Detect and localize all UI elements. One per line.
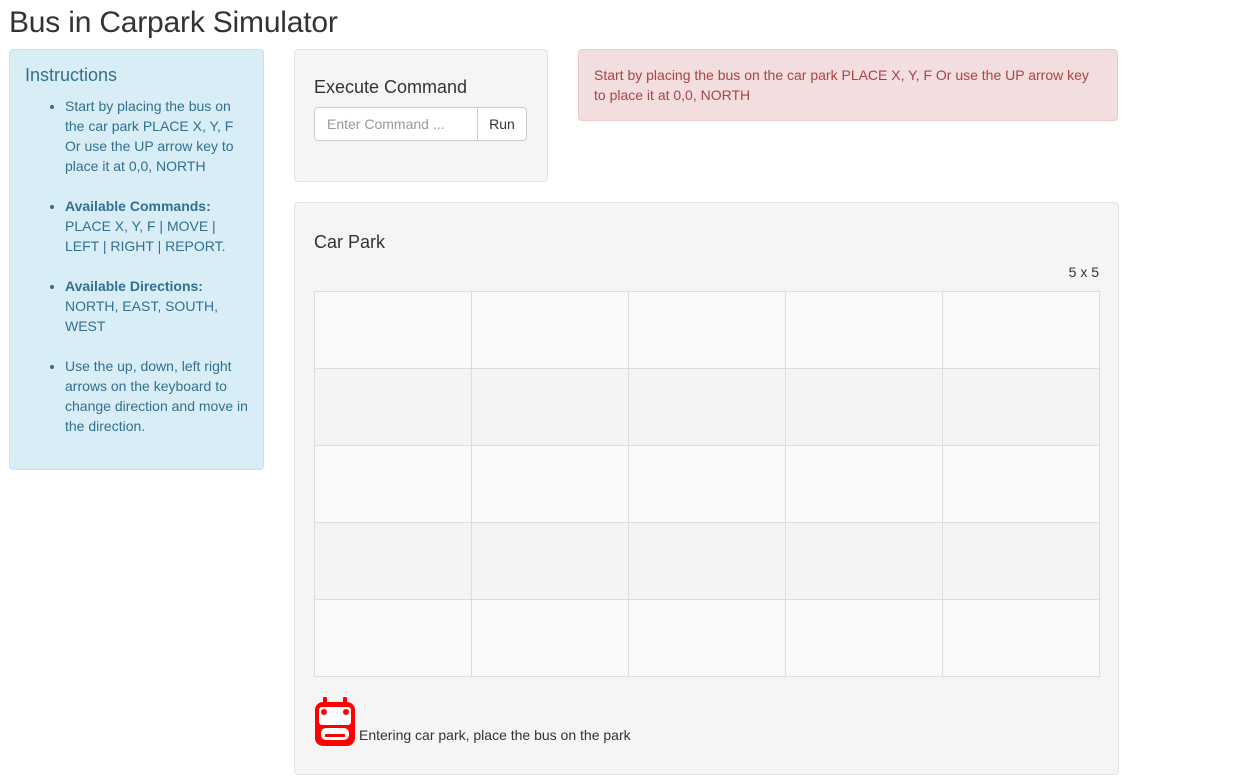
- grid-row: [314, 445, 1100, 523]
- status-area: Entering car park, place the bus on the …: [314, 697, 631, 747]
- grid-row: [314, 291, 1100, 369]
- grid-cell[interactable]: [314, 599, 472, 677]
- grid-cell[interactable]: [785, 291, 943, 369]
- grid-cell[interactable]: [471, 599, 629, 677]
- command-input[interactable]: [314, 107, 477, 141]
- grid-cell[interactable]: [942, 368, 1100, 446]
- grid-cell[interactable]: [628, 445, 786, 523]
- instructions-heading: Instructions: [25, 65, 118, 85]
- grid-cell[interactable]: [942, 291, 1100, 369]
- grid-cell[interactable]: [628, 368, 786, 446]
- instruction-text: NORTH, EAST, SOUTH, WEST: [65, 298, 218, 334]
- page-title: Bus in Carpark Simulator: [9, 6, 338, 39]
- grid-cell[interactable]: [628, 599, 786, 677]
- instruction-item: Available Commands: PLACE X, Y, F | MOVE…: [65, 196, 248, 256]
- instruction-text: Start by placing the bus on the car park…: [65, 98, 234, 174]
- grid-size-label: 5 x 5: [1068, 264, 1099, 280]
- status-message: Entering car park, place the bus on the …: [359, 727, 631, 743]
- grid-cell[interactable]: [785, 522, 943, 600]
- grid-cell[interactable]: [471, 291, 629, 369]
- car-park-heading: Car Park: [314, 232, 386, 252]
- bus-icon: [315, 697, 355, 746]
- car-park-panel: Car Park 5 x 5 Entering car park, place …: [294, 202, 1119, 775]
- car-park-grid: [314, 291, 1100, 677]
- grid-cell[interactable]: [314, 291, 472, 369]
- grid-cell[interactable]: [942, 599, 1100, 677]
- instructions-panel: Instructions Start by placing the bus on…: [9, 49, 264, 470]
- instruction-text: PLACE X, Y, F | MOVE | LEFT | RIGHT | RE…: [65, 218, 226, 254]
- grid-row: [314, 522, 1100, 600]
- grid-cell[interactable]: [314, 368, 472, 446]
- instruction-bold: Available Commands:: [65, 198, 211, 214]
- grid-cell[interactable]: [785, 445, 943, 523]
- grid-cell[interactable]: [314, 522, 472, 600]
- grid-cell[interactable]: [785, 599, 943, 677]
- execute-command-heading: Execute Command: [314, 77, 468, 97]
- instruction-bold: Available Directions:: [65, 278, 203, 294]
- run-button[interactable]: Run: [477, 107, 527, 141]
- grid-cell[interactable]: [628, 291, 786, 369]
- instruction-item: Use the up, down, left right arrows on t…: [65, 356, 248, 436]
- grid-cell[interactable]: [471, 445, 629, 523]
- execute-command-panel: Execute Command Run: [294, 49, 548, 182]
- grid-row: [314, 368, 1100, 446]
- grid-cell[interactable]: [628, 522, 786, 600]
- command-input-group: Run: [314, 107, 527, 141]
- instruction-item: Available Directions: NORTH, EAST, SOUTH…: [65, 276, 248, 336]
- grid-cell[interactable]: [471, 522, 629, 600]
- grid-row: [314, 599, 1100, 677]
- grid-cell[interactable]: [942, 522, 1100, 600]
- grid-cell[interactable]: [471, 368, 629, 446]
- instruction-text: Use the up, down, left right arrows on t…: [65, 358, 248, 434]
- instructions-list: Start by placing the bus on the car park…: [25, 96, 248, 436]
- grid-cell[interactable]: [942, 445, 1100, 523]
- alert-message: Start by placing the bus on the car park…: [578, 49, 1118, 121]
- grid-cell[interactable]: [785, 368, 943, 446]
- grid-cell[interactable]: [314, 445, 472, 523]
- instruction-item: Start by placing the bus on the car park…: [65, 96, 248, 176]
